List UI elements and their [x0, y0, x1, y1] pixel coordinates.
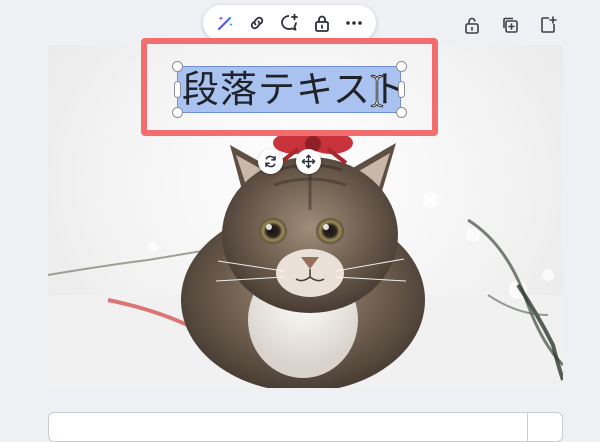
- selected-text-box[interactable]: 段落テキスト: [177, 66, 408, 113]
- comment-button[interactable]: [275, 9, 303, 37]
- resize-handle-top-right[interactable]: [396, 61, 407, 72]
- unlock-page-button[interactable]: [460, 12, 484, 38]
- page-notes-bar[interactable]: [48, 412, 563, 442]
- link-icon: [251, 16, 264, 30]
- element-toolbar: [203, 5, 376, 41]
- resize-handle-top-left[interactable]: [172, 61, 183, 72]
- rotate-button[interactable]: [258, 149, 283, 174]
- ellipsis-icon: [346, 21, 362, 25]
- resize-handle-right[interactable]: [398, 81, 405, 98]
- magic-wand-icon: [217, 16, 233, 31]
- resize-handle-left[interactable]: [174, 81, 181, 98]
- text-cursor-icon: [370, 74, 384, 108]
- more-options-button[interactable]: [340, 9, 368, 37]
- unlock-icon: [465, 17, 479, 34]
- page-actions: [460, 12, 560, 38]
- link-button[interactable]: [243, 9, 271, 37]
- lock-button[interactable]: [308, 9, 336, 37]
- move-button[interactable]: [296, 149, 321, 174]
- magic-write-button[interactable]: [211, 9, 239, 37]
- duplicate-page-button[interactable]: [498, 12, 522, 38]
- duplicate-icon: [503, 17, 518, 33]
- rotate-icon: [265, 155, 276, 168]
- add-page-button[interactable]: [536, 12, 560, 38]
- resize-handle-bottom-left[interactable]: [172, 107, 183, 118]
- move-arrows-icon: [301, 154, 316, 169]
- bar-divider: [527, 413, 528, 441]
- resize-handle-bottom-right[interactable]: [396, 107, 407, 118]
- add-comment-icon: [281, 13, 299, 31]
- add-page-icon: [541, 16, 557, 33]
- lock-icon: [314, 15, 329, 32]
